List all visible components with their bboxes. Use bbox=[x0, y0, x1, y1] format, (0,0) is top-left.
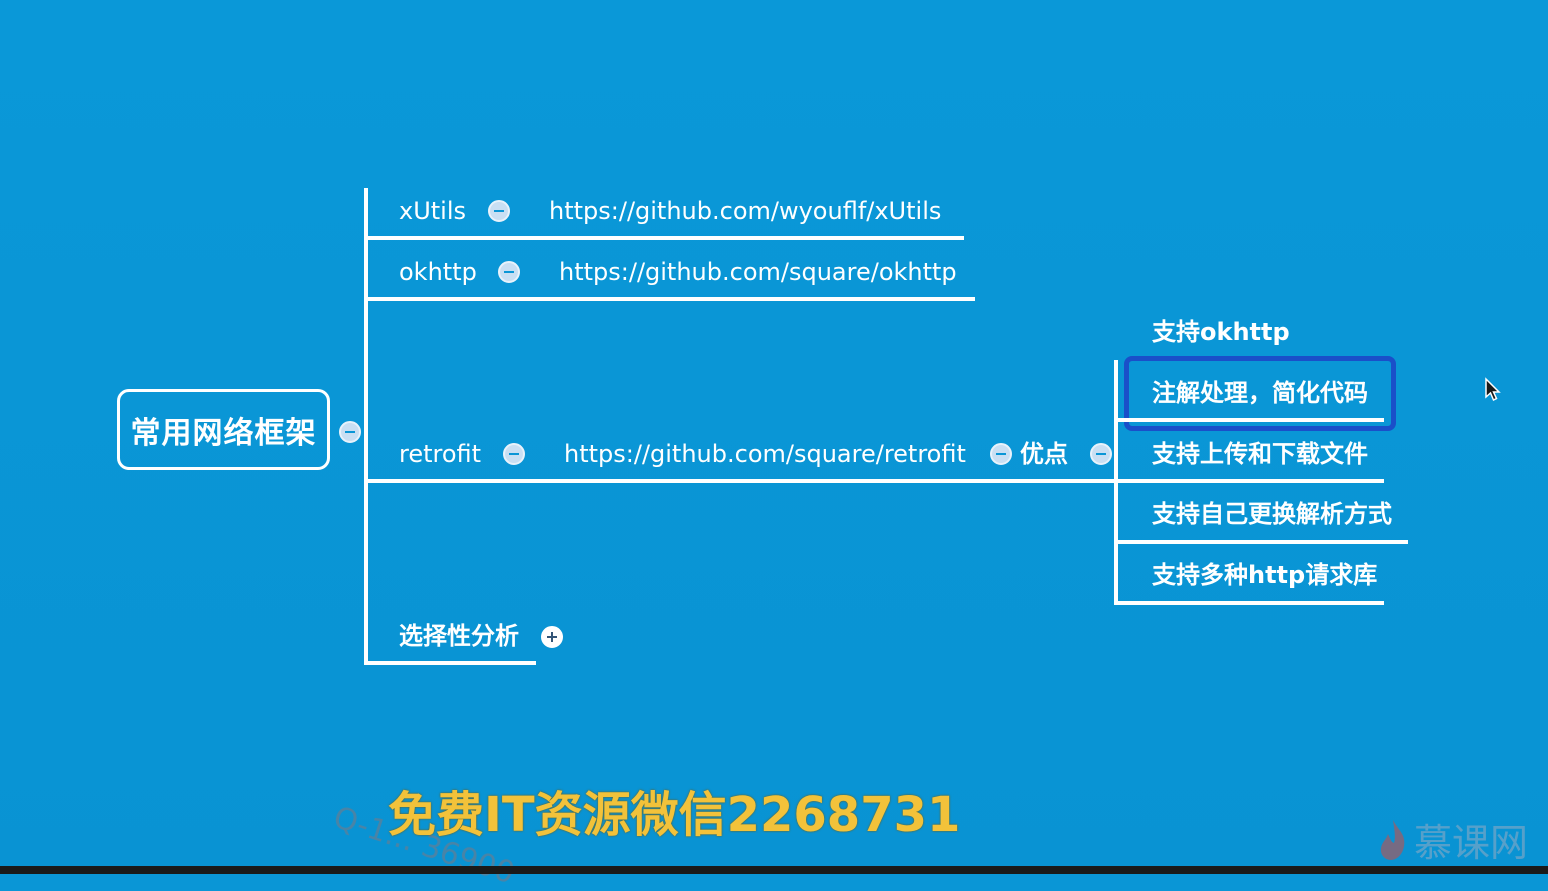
advantage-item-3-underline bbox=[1114, 479, 1384, 483]
logo-text: 慕课网 bbox=[1414, 821, 1529, 865]
okhttp-collapse-icon[interactable] bbox=[498, 261, 520, 283]
okhttp-url[interactable]: https://github.com/square/okhttp bbox=[559, 258, 957, 286]
xutils-underline bbox=[364, 236, 964, 240]
xutils-collapse-icon[interactable] bbox=[488, 200, 510, 222]
site-logo: 慕课网 bbox=[1376, 812, 1528, 867]
retrofit-collapse-icon[interactable] bbox=[503, 443, 525, 465]
branch-xutils-label[interactable]: xUtils bbox=[399, 197, 466, 225]
cursor-icon bbox=[1485, 377, 1501, 402]
advantages-label[interactable]: 优点 bbox=[1020, 440, 1068, 468]
root-collapse-icon[interactable] bbox=[339, 421, 361, 443]
retrofit-underline bbox=[364, 479, 1118, 483]
advantage-item-5[interactable]: 支持多种http请求库 bbox=[1152, 561, 1377, 589]
advantage-item-2-underline bbox=[1114, 418, 1384, 422]
advantage-item-5-underline bbox=[1114, 601, 1384, 605]
retrofit-url-collapse-icon[interactable] bbox=[990, 443, 1012, 465]
advantage-item-4[interactable]: 支持自己更换解析方式 bbox=[1152, 500, 1392, 528]
selective-analysis-expand-icon[interactable] bbox=[541, 626, 563, 648]
caption-overlay: 免费IT资源微信2268731 bbox=[388, 787, 961, 843]
root-node[interactable]: 常用网络框架 bbox=[117, 389, 330, 470]
flame-logo-icon bbox=[1380, 819, 1405, 860]
selective-analysis-underline bbox=[364, 661, 536, 665]
okhttp-underline bbox=[364, 297, 975, 301]
advantage-item-4-underline bbox=[1114, 540, 1408, 544]
advantage-item-3[interactable]: 支持上传和下载文件 bbox=[1152, 440, 1368, 468]
root-node-label: 常用网络框架 bbox=[130, 415, 317, 451]
trunk-line bbox=[364, 188, 368, 665]
xutils-url[interactable]: https://github.com/wyouflf/xUtils bbox=[549, 197, 941, 225]
branch-selective-analysis-label[interactable]: 选择性分析 bbox=[399, 622, 519, 650]
advantages-collapse-icon[interactable] bbox=[1090, 443, 1112, 465]
mindmap-canvas: 常用网络框架 xUtils https://github.com/wyouflf… bbox=[0, 0, 1548, 891]
bottom-strip bbox=[0, 866, 1548, 874]
retrofit-url[interactable]: https://github.com/square/retrofit bbox=[564, 440, 966, 468]
advantage-item-1[interactable]: 支持okhttp bbox=[1152, 318, 1290, 346]
branch-retrofit-label[interactable]: retrofit bbox=[399, 440, 481, 468]
branch-okhttp-label[interactable]: okhttp bbox=[399, 258, 477, 286]
advantage-item-2[interactable]: 注解处理，简化代码 bbox=[1152, 379, 1368, 407]
